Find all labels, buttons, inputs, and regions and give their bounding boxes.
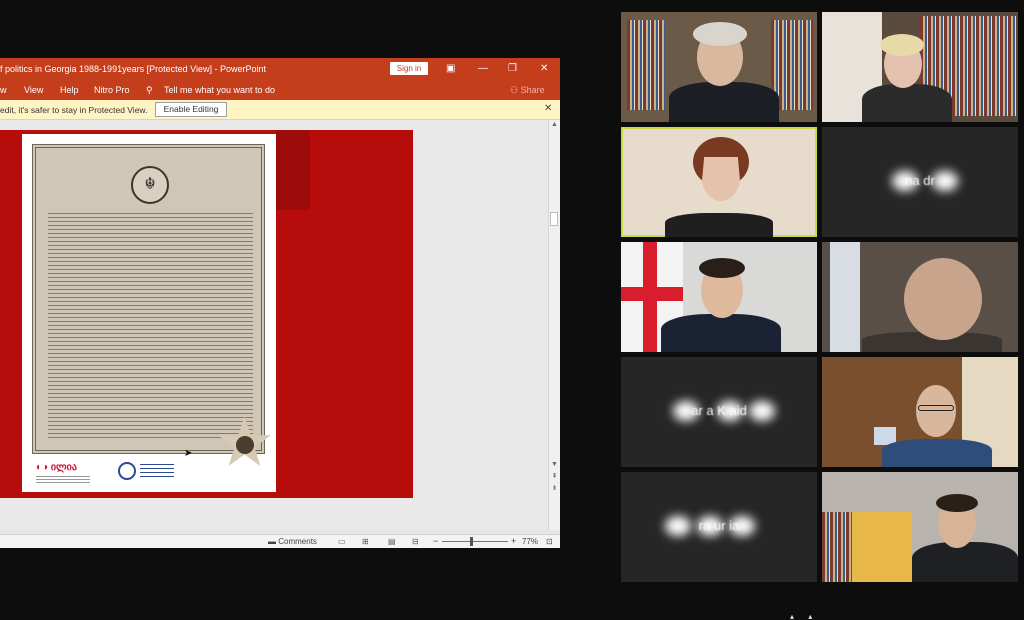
- slide: ☬ ◐◑ ილია ➤: [0, 130, 413, 498]
- blur-mask: [729, 516, 755, 536]
- ppt-menubar: w View Help Nitro Pro ⚲ Tell me what you…: [0, 80, 560, 100]
- ilia-university-logo: ◐◑ ილია: [36, 462, 77, 473]
- participant-tile-p4[interactable]: na dr: [822, 127, 1018, 237]
- ribbon-display-options-icon[interactable]: ▣: [446, 62, 455, 75]
- participant-name: na dr: [905, 173, 935, 188]
- zoom-slider-thumb[interactable]: [470, 537, 474, 546]
- participant-head: [916, 385, 956, 437]
- slide-document-card: ☬ ◐◑ ილია ➤: [22, 134, 276, 492]
- participant-body: [912, 542, 1018, 582]
- zoom-out-icon[interactable]: −: [433, 536, 438, 546]
- blur-mask: [673, 401, 699, 421]
- archive-logo-text: [140, 464, 174, 478]
- participant-tile-p6[interactable]: [822, 242, 1018, 352]
- status-bar: ▬ Comments ▭ ⊞ ▤ ⊟ − + 77% ⊡: [0, 534, 560, 548]
- participant-tile-p8[interactable]: [822, 357, 1018, 467]
- slideshow-icon[interactable]: ⊟: [412, 537, 419, 546]
- bookshelf: [822, 512, 852, 582]
- archive-logo-icon: [118, 462, 136, 480]
- window: [830, 242, 860, 352]
- mouse-cursor-icon: ➤: [184, 448, 193, 459]
- participant-hair: [936, 494, 978, 512]
- scroll-thumb[interactable]: [550, 212, 558, 226]
- participant-body: [665, 213, 773, 237]
- restore-icon[interactable]: ❐: [508, 62, 517, 75]
- normal-view-icon[interactable]: ▭: [338, 537, 346, 546]
- ppt-titlebar: f politics in Georgia 1988-1991years [Pr…: [0, 58, 560, 80]
- participant-tile-p5[interactable]: [621, 242, 817, 352]
- menu-item-view[interactable]: View: [24, 85, 43, 95]
- participant-hair: [699, 258, 745, 278]
- reading-view-icon[interactable]: ▤: [388, 537, 396, 546]
- wax-seal-icon: [236, 436, 254, 454]
- participant-hair: [880, 34, 924, 56]
- blur-mask: [932, 171, 958, 191]
- participant-body: [661, 314, 781, 352]
- coat-of-arms-icon: ☬: [131, 166, 169, 204]
- lightbulb-icon: ⚲: [146, 85, 153, 95]
- participant-body: [882, 439, 992, 467]
- menu-item-help[interactable]: Help: [60, 85, 79, 95]
- yellow-cabinet: [852, 512, 912, 582]
- bookshelf: [627, 20, 665, 110]
- blur-mask: [749, 401, 775, 421]
- message-close-icon[interactable]: ✕: [544, 103, 552, 114]
- screen: f politics in Georgia 1988-1991years [Pr…: [0, 0, 1024, 620]
- comment-icon: ▬: [268, 537, 279, 546]
- scroll-up-icon[interactable]: ▲: [550, 120, 559, 129]
- participant-head: [904, 258, 982, 340]
- comments-button[interactable]: ▬ Comments: [268, 537, 317, 546]
- next-slide-icon[interactable]: ⇟: [550, 484, 559, 493]
- ilia-logo-text: ილია: [50, 462, 77, 473]
- participant-body: [862, 84, 952, 122]
- powerpoint-window: f politics in Georgia 1988-1991years [Pr…: [0, 58, 560, 548]
- toolbar-hint-icons: ▴ ▴: [790, 612, 819, 620]
- blur-mask: [892, 171, 918, 191]
- participant-tile-p2[interactable]: [822, 12, 1018, 122]
- comments-label: Comments: [278, 537, 317, 546]
- logo-subtext: [36, 476, 90, 484]
- participant-tile-p1[interactable]: [621, 12, 817, 122]
- person-icon: ⚇: [510, 85, 521, 95]
- tell-me-search[interactable]: Tell me what you want to do: [164, 85, 275, 95]
- participant-tile-p10[interactable]: [822, 472, 1018, 582]
- share-button[interactable]: ⚇ Share: [510, 85, 545, 96]
- minimize-icon[interactable]: —: [478, 62, 488, 75]
- blur-mask: [665, 516, 691, 536]
- sign-in-button[interactable]: Sign in: [390, 62, 428, 75]
- menu-item-partial[interactable]: w: [0, 85, 7, 95]
- flag-cross-horizontal: [621, 287, 683, 301]
- vertical-scrollbar[interactable]: ▲ ▼ ⇞ ⇟: [548, 120, 560, 530]
- previous-slide-icon[interactable]: ⇞: [550, 472, 559, 481]
- participant-tile-p7[interactable]: ar a K aid: [621, 357, 817, 467]
- participant-body: [669, 82, 779, 122]
- enable-editing-button[interactable]: Enable Editing: [155, 102, 227, 117]
- historic-document-image: ☬: [32, 144, 265, 454]
- document-text-lines: [48, 210, 253, 440]
- slide-decor-block: [276, 130, 310, 210]
- blur-mask: [717, 401, 743, 421]
- ppt-window-title: f politics in Georgia 1988-1991years [Pr…: [0, 64, 266, 74]
- participant-hair: [693, 22, 747, 46]
- slide-sorter-icon[interactable]: ⊞: [362, 537, 369, 546]
- participant-tile-p9[interactable]: ra ur ia: [621, 472, 817, 582]
- zoom-slider[interactable]: [442, 541, 508, 542]
- participant-tile-p3[interactable]: [621, 127, 817, 237]
- scroll-down-icon[interactable]: ▼: [550, 460, 559, 469]
- menu-item-nitro-pro[interactable]: Nitro Pro: [94, 85, 130, 95]
- close-icon[interactable]: ✕: [540, 62, 548, 75]
- protected-view-message: edit, it's safer to stay in Protected Vi…: [0, 105, 148, 115]
- fit-to-window-icon[interactable]: ⊡: [546, 537, 553, 546]
- zoom-in-icon[interactable]: +: [511, 536, 516, 546]
- blur-mask: [697, 516, 723, 536]
- glasses-icon: [918, 405, 954, 411]
- protected-view-bar: edit, it's safer to stay in Protected Vi…: [0, 100, 560, 120]
- zoom-level[interactable]: 77%: [522, 537, 538, 546]
- slide-canvas[interactable]: ☬ ◐◑ ილია ➤: [0, 120, 548, 530]
- share-label: Share: [520, 85, 545, 95]
- logo-glyph-icon: ◐◑: [36, 462, 51, 473]
